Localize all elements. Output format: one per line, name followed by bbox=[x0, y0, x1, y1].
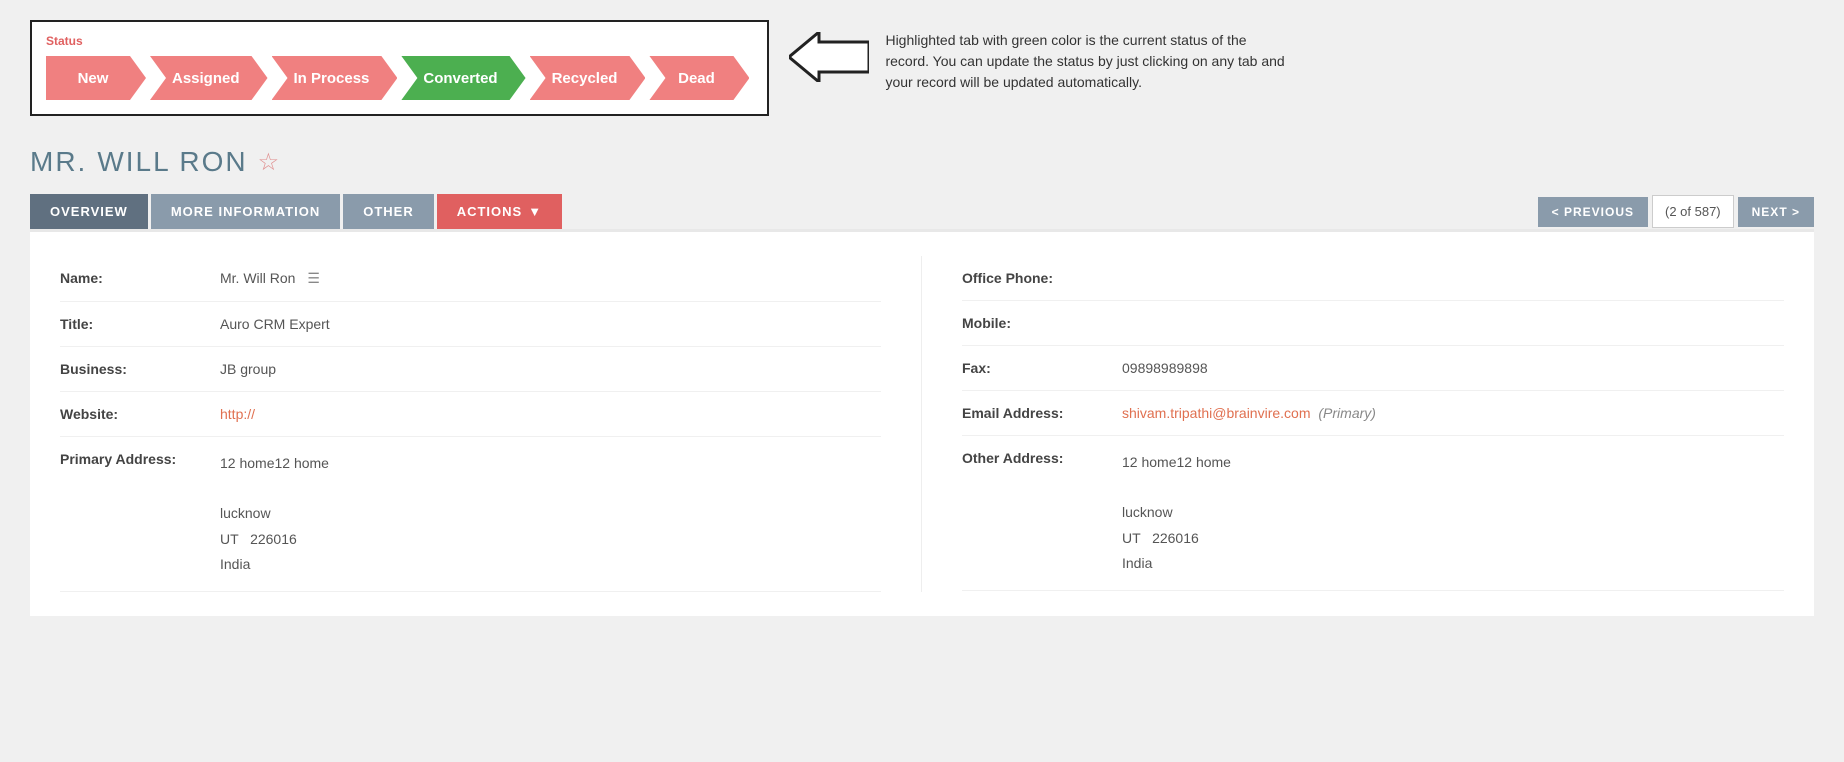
label-email: Email Address: bbox=[962, 405, 1122, 421]
right-column: Office Phone: Mobile: Fax: 09898989898 E… bbox=[922, 256, 1784, 592]
field-row-mobile: Mobile: bbox=[962, 301, 1784, 346]
main-content: Name: Mr. Will Ron ☰ Title: Auro CRM Exp… bbox=[30, 229, 1814, 616]
dropdown-arrow-icon: ▼ bbox=[528, 204, 542, 219]
label-mobile: Mobile: bbox=[962, 315, 1122, 331]
status-steps: New Assigned In Process Converted Recycl… bbox=[46, 56, 753, 100]
field-row-business: Business: JB group bbox=[60, 347, 881, 392]
left-column: Name: Mr. Will Ron ☰ Title: Auro CRM Exp… bbox=[60, 256, 922, 592]
value-primary-address: 12 home12 home lucknow UT 226016 India bbox=[220, 451, 881, 577]
name-card-icon: ☰ bbox=[307, 270, 320, 286]
label-website: Website: bbox=[60, 406, 220, 422]
pagination-count: (2 of 587) bbox=[1652, 195, 1734, 228]
tab-actions[interactable]: ACTIONS ▼ bbox=[437, 194, 562, 229]
field-row-title: Title: Auro CRM Expert bbox=[60, 302, 881, 347]
arrow-note: Highlighted tab with green color is the … bbox=[789, 30, 1285, 93]
label-title: Title: bbox=[60, 316, 220, 332]
status-section: Status New Assigned In Process Converted… bbox=[30, 20, 769, 116]
label-other-address: Other Address: bbox=[962, 450, 1122, 466]
value-website[interactable]: http:// bbox=[220, 406, 881, 422]
value-email[interactable]: shivam.tripathi@brainvire.com (Primary) bbox=[1122, 405, 1784, 421]
email-primary-tag: (Primary) bbox=[1318, 405, 1376, 421]
label-name: Name: bbox=[60, 270, 220, 286]
tab-more-information[interactable]: MORE INFORMATION bbox=[151, 194, 340, 229]
value-title: Auro CRM Expert bbox=[220, 316, 881, 332]
label-primary-address: Primary Address: bbox=[60, 451, 220, 467]
label-business: Business: bbox=[60, 361, 220, 377]
page-wrapper: Status New Assigned In Process Converted… bbox=[0, 0, 1844, 636]
tab-other[interactable]: OTHER bbox=[343, 194, 434, 229]
top-section: Status New Assigned In Process Converted… bbox=[30, 20, 1814, 126]
field-row-website: Website: http:// bbox=[60, 392, 881, 437]
previous-button[interactable]: < PREVIOUS bbox=[1538, 197, 1648, 227]
tab-navigation: < PREVIOUS (2 of 587) NEXT > bbox=[1538, 195, 1814, 228]
arrow-left-icon bbox=[789, 32, 869, 91]
fields-grid: Name: Mr. Will Ron ☰ Title: Auro CRM Exp… bbox=[60, 256, 1784, 592]
field-row-office-phone: Office Phone: bbox=[962, 256, 1784, 301]
label-office-phone: Office Phone: bbox=[962, 270, 1122, 286]
step-dead[interactable]: Dead bbox=[649, 56, 749, 100]
step-recycled[interactable]: Recycled bbox=[530, 56, 646, 100]
value-name: Mr. Will Ron ☰ bbox=[220, 270, 881, 287]
field-row-name: Name: Mr. Will Ron ☰ bbox=[60, 256, 881, 302]
value-other-address: 12 home12 home lucknow UT 226016 India bbox=[1122, 450, 1784, 576]
favorite-star-icon[interactable]: ☆ bbox=[258, 148, 282, 177]
record-salutation: MR. bbox=[30, 146, 87, 178]
tab-overview[interactable]: OVERVIEW bbox=[30, 194, 148, 229]
field-row-email: Email Address: shivam.tripathi@brainvire… bbox=[962, 391, 1784, 436]
field-row-fax: Fax: 09898989898 bbox=[962, 346, 1784, 391]
step-assigned[interactable]: Assigned bbox=[150, 56, 268, 100]
record-name: WILL RON bbox=[97, 146, 247, 178]
record-title: MR. WILL RON ☆ bbox=[30, 146, 1814, 178]
next-button[interactable]: NEXT > bbox=[1738, 197, 1814, 227]
field-row-other-address: Other Address: 12 home12 home lucknow UT… bbox=[962, 436, 1784, 591]
status-label: Status bbox=[46, 34, 753, 48]
value-business: JB group bbox=[220, 361, 881, 377]
label-fax: Fax: bbox=[962, 360, 1122, 376]
step-in-process[interactable]: In Process bbox=[272, 56, 398, 100]
status-note-text: Highlighted tab with green color is the … bbox=[885, 30, 1285, 93]
step-converted[interactable]: Converted bbox=[401, 56, 525, 100]
tabs-bar: OVERVIEW MORE INFORMATION OTHER ACTIONS … bbox=[30, 194, 1814, 229]
step-new[interactable]: New bbox=[46, 56, 146, 100]
value-fax: 09898989898 bbox=[1122, 360, 1784, 376]
field-row-primary-address: Primary Address: 12 home12 home lucknow … bbox=[60, 437, 881, 592]
